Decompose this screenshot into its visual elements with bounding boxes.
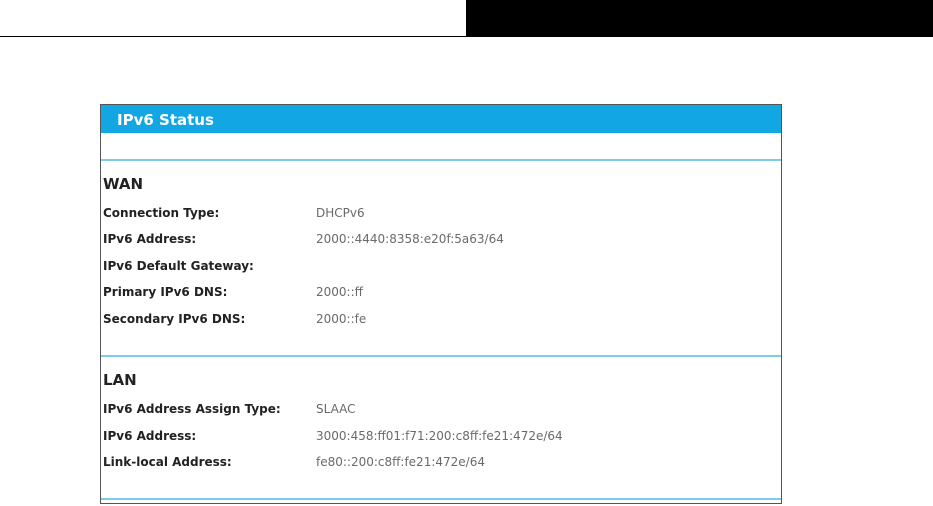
top-left-rule (0, 36, 466, 37)
divider-middle (101, 355, 781, 357)
panel-title: IPv6 Status (101, 105, 781, 133)
wan-primary-dns-label: Primary IPv6 DNS: (103, 285, 228, 299)
lan-assign-type-label: IPv6 Address Assign Type: (103, 402, 281, 416)
divider-bottom (101, 498, 781, 500)
wan-connection-type-label: Connection Type: (103, 206, 220, 220)
wan-ipv6-address-value: 2000::4440:8358:e20f:5a63/64 (316, 232, 504, 246)
ipv6-status-panel: IPv6 Status WAN Connection Type: DHCPv6 … (100, 104, 782, 504)
lan-link-local-label: Link-local Address: (103, 455, 232, 469)
wan-section-title: WAN (103, 175, 144, 193)
lan-ipv6-address-label: IPv6 Address: (103, 429, 197, 443)
wan-ipv6-address-label: IPv6 Address: (103, 232, 197, 246)
divider-top (101, 159, 781, 161)
wan-secondary-dns-label: Secondary IPv6 DNS: (103, 312, 246, 326)
wan-default-gateway-label: IPv6 Default Gateway: (103, 259, 254, 273)
wan-primary-dns-value: 2000::ff (316, 285, 363, 299)
wan-connection-type-value: DHCPv6 (316, 206, 365, 220)
lan-assign-type-value: SLAAC (316, 402, 356, 416)
wan-secondary-dns-value: 2000::fe (316, 312, 367, 326)
lan-ipv6-address-value: 3000:458:ff01:f71:200:c8ff:fe21:472e/64 (316, 429, 563, 443)
lan-link-local-value: fe80::200:c8ff:fe21:472e/64 (316, 455, 485, 469)
top-black-bar (466, 0, 933, 37)
lan-section-title: LAN (103, 371, 137, 389)
